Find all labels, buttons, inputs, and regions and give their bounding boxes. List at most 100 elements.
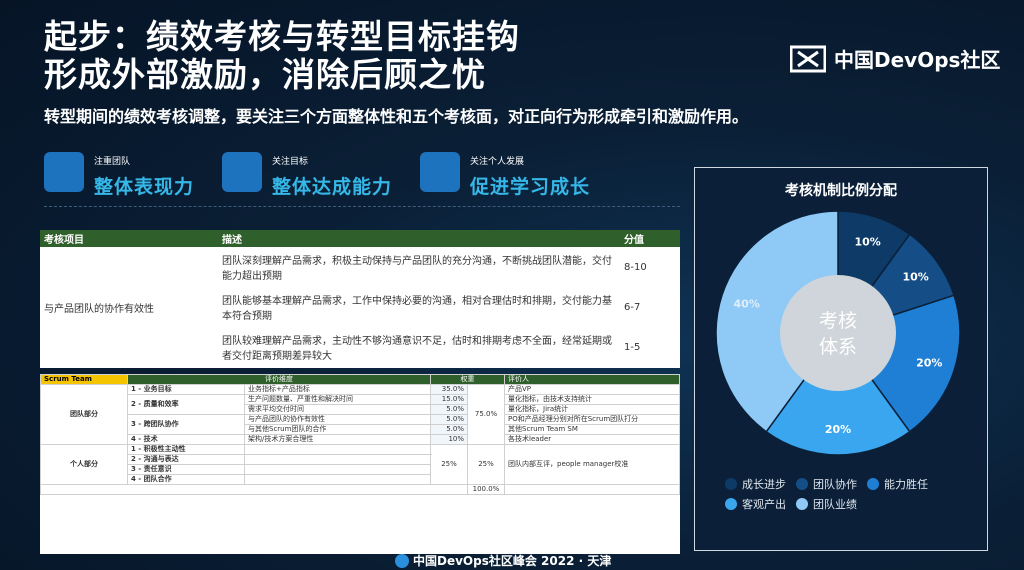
pillar-goal: 关注目标 整体达成能力 [222,152,392,199]
legend-item: 成长进步 [725,476,786,492]
score-cell: 8-10 [624,261,647,273]
pillar-big-label: 整体达成能力 [272,176,393,198]
metric-cell: 与其他Scrum团队的合作 [244,424,431,435]
header-dimension: 评价维度 [127,374,431,385]
category-cell: 1 - 积极性主动性 [127,444,245,455]
personal-total-cell: 25% [467,444,505,485]
devops-logo: 中国DevOps社区 [790,44,1000,73]
table-row: 2 - 质量和效率 生产问题数量、严重性和解决时间 15.0% 量化指标，由技术… [41,394,680,415]
pillar-big-label: 促进学习成长 [470,176,591,198]
table-header-row: Scrum Team 评价维度 权重 评价人 [40,374,680,385]
category-cell: 3 - 跨团队协作 [127,414,245,435]
header-item: 考核项目 [40,230,218,247]
pillar-small-label: 关注目标 [272,157,309,167]
weight-cell: 15.0% [430,394,468,405]
weight-cell: 35.0% [430,384,468,395]
scrum-team-label: Scrum Team [40,374,128,385]
legend-item: 团队业绩 [796,496,857,512]
table-row: 100.0% [40,484,680,495]
header-evaluator: 评价人 [504,374,680,385]
logo-text: 中国DevOps社区 [834,48,1001,72]
team-section-label: 团队部分 [40,384,128,445]
divider [44,206,680,207]
legend-dot-icon [725,478,737,490]
category-cell: 2 - 质量和效率 [127,394,245,415]
pie-card: 考核机制比例分配 10% 10% 20% 20% 40% 考核 体系 成长进步 团队协作 能力胜… [694,167,988,551]
pie-label-1: 10% [854,236,880,249]
header-desc: 描述 [218,230,620,247]
category-cell: 1 - 业务目标 [127,384,245,395]
table-row: 与产品团队的协作有效性 团队深刻理解产品需求，积极主动保持与产品团队的充分沟通，… [40,247,680,315]
personal-section-label: 个人部分 [40,444,128,485]
category-cell: 2 - 沟通与表达 [127,454,245,465]
table-header-row: 考核项目 描述 分值 [40,230,680,247]
legend-dot-icon [796,498,808,510]
legend-label: 成长进步 [742,478,786,491]
category-cell: 3 - 责任意识 [127,464,245,475]
footer: 中国DevOps社区峰会 2022 · 天津 [395,552,611,569]
footer-logo-icon [395,553,409,568]
metric-cell: 架构/技术方案合理性 [244,434,431,445]
legend-dot-icon [867,478,879,490]
slide-subtitle: 转型期间的绩效考核调整，要关注三个方面整体性和五个考核面，对正向行为形成牵引和激… [44,107,749,126]
pillar-small-label: 关注个人发展 [470,157,525,167]
legend-item: 团队协作 [796,476,857,492]
table-row: 个人部分 1 - 积极性主动性 25% 25% 团队内部互评，people ma… [40,444,680,485]
item-cell: 与产品团队的协作有效性 [44,303,154,315]
legend-item: 能力胜任 [867,476,928,492]
evaluator-cell: 量化指标，由技术支持统计 [504,394,680,405]
pillar-square-icon [222,152,262,192]
table-row: 团队部分 1 - 业务目标 业务指标+产品指标 35.0% 75.0% 产品VP [40,384,680,445]
pie-label-3: 20% [916,357,942,370]
evaluator-cell: 各技术leader [504,434,680,445]
pie-legend: 成长进步 团队协作 能力胜任客观产出 团队业绩 [725,476,985,516]
pie-center-text: 体系 [819,336,857,358]
evaluator-cell: 量化指标，Jira统计 [504,404,680,415]
devops-logo-icon [790,45,826,72]
legend-item: 客观产出 [725,496,786,512]
legend-label: 团队业绩 [813,498,857,511]
score-cell: 1-5 [624,341,641,353]
personal-evaluator-cell: 团队内部互评，people manager校准 [504,444,680,485]
title-line-2: 形成外部激励，消除后顾之忧 [44,55,486,94]
metric-cell: 需求平均交付时间 [244,404,431,415]
legend-dot-icon [725,498,737,510]
pie-chart: 10% 10% 20% 20% 40% 考核体系 [715,210,961,456]
weight-cell: 5.0% [430,404,468,415]
pie-center-text: 考核 [819,310,857,332]
metric-cell: 业务指标+产品指标 [244,384,431,395]
pillar-small-label: 注重团队 [94,157,131,167]
score-cell: 6-7 [624,301,641,313]
evaluator-cell: PO和产品经理分别对所在Scrum团队打分 [504,414,680,425]
weight-cell: 5.0% [430,424,468,435]
pie-label-4: 20% [825,423,851,436]
pillar-growth: 关注个人发展 促进学习成长 [420,152,590,199]
table-row: 4 - 技术 架构/技术方案合理性 10% 各技术leader [41,434,680,445]
team-total-cell: 75.0% [467,384,505,445]
evaluator-cell: 其他Scrum Team SM [504,424,680,435]
desc-cell: 团队较难理解产品需求，主动性不够沟通意识不足，估时和排期考虑不全面，经常延期或者… [222,336,612,362]
pillar-big-label: 整体表现力 [94,176,195,198]
metric-cell: 与产品团队的协作有效性 [244,414,431,425]
evaluator-cell: 产品VP [504,384,680,395]
pie-label-2: 10% [902,271,928,284]
legend-label: 能力胜任 [884,478,928,491]
scrum-evaluation-table: Scrum Team 评价维度 权重 评价人 团队部分 1 - 业务目标 业务指… [40,374,680,554]
header-weight: 权重 [430,374,505,385]
scoring-table: 考核项目 描述 分值 与产品团队的协作有效性 团队深刻理解产品需求，积极主动保持… [40,230,680,368]
personal-weight-cell: 25% [430,444,468,485]
desc-cell: 团队深刻理解产品需求，积极主动保持与产品团队的充分沟通，不断挑战团队潜能，交付能… [222,256,612,282]
weight-cell: 10% [430,434,468,445]
legend-label: 团队协作 [813,478,857,491]
pillar-square-icon [44,152,84,192]
pillar-square-icon [420,152,460,192]
category-cell: 4 - 技术 [127,434,245,445]
header-score: 分值 [620,230,680,247]
pillar-team: 注重团队 整体表现力 [44,152,194,199]
category-cell: 4 - 团队合作 [127,474,245,485]
pie-label-5: 40% [734,297,760,310]
pie-center [780,275,896,391]
title-line-1: 起步：绩效考核与转型目标挂钩 [44,17,520,56]
legend-dot-icon [796,478,808,490]
footer-text: 中国DevOps社区峰会 2022 · 天津 [413,554,612,568]
